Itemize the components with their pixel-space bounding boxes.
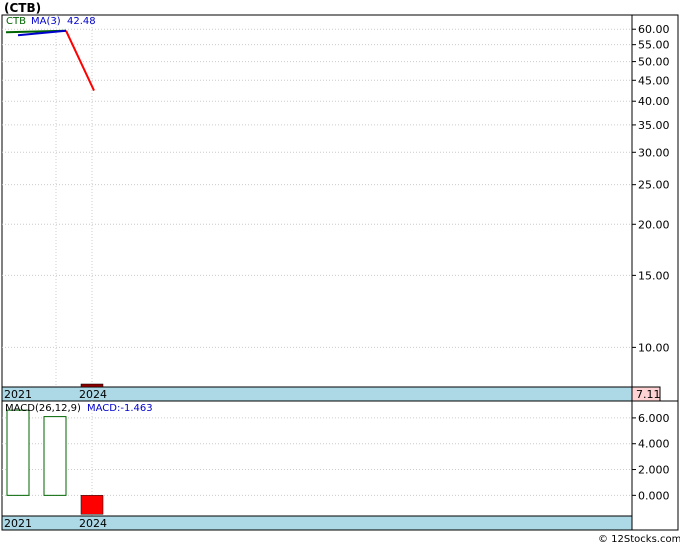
macd-bar: [6, 409, 30, 496]
price-tick-label: 30.00: [638, 146, 670, 159]
legend-ma-label: MA(3): [31, 16, 61, 27]
price-x-label: 2024: [79, 388, 107, 401]
chart-title: (CTB): [4, 1, 41, 15]
price-tick-label: 25.00: [638, 179, 670, 192]
price-tick-label: 60.00: [638, 23, 670, 36]
macd-x-label: 2024: [79, 517, 107, 530]
macd-tick-label: 4.000: [638, 438, 670, 451]
macd-bar: [43, 416, 67, 496]
last-price-bar: [80, 383, 104, 388]
stock-chart: (CTB) 60.00 55.00 50.00 45.00 40.00 35.00 30.0…: [1, 1, 680, 545]
macd-legend-name: MACD(26,12,9): [5, 403, 81, 414]
price-tick-label: 55.00: [638, 39, 670, 52]
price-tick-label: 45.00: [638, 74, 670, 87]
price-tick-label: 10.00: [638, 341, 670, 354]
price-tick-label: 35.00: [638, 119, 670, 132]
macd-tick-label: 0.000: [638, 489, 670, 502]
price-tick-label: 20.00: [638, 218, 670, 231]
legend-ma-value: 42.48: [67, 16, 96, 27]
macd-bar: [80, 495, 104, 515]
price-tick-label: 50.00: [638, 56, 670, 69]
macd-tick-label: 6.000: [638, 412, 670, 425]
macd-panel: [1, 400, 679, 531]
legend-symbol: CTB: [6, 16, 26, 27]
last-price-label: 7.11: [636, 388, 661, 401]
price-tick-label: 15.00: [638, 269, 670, 282]
macd-legend-value: MACD:-1.463: [87, 403, 153, 414]
price-panel: [1, 14, 679, 402]
macd-x-label: 2021: [4, 517, 32, 530]
price-x-label: 2021: [4, 388, 32, 401]
macd-tick-label: 2.000: [638, 464, 670, 477]
price-tick-label: 40.00: [638, 95, 670, 108]
watermark: © 12Stocks.com: [598, 534, 680, 545]
